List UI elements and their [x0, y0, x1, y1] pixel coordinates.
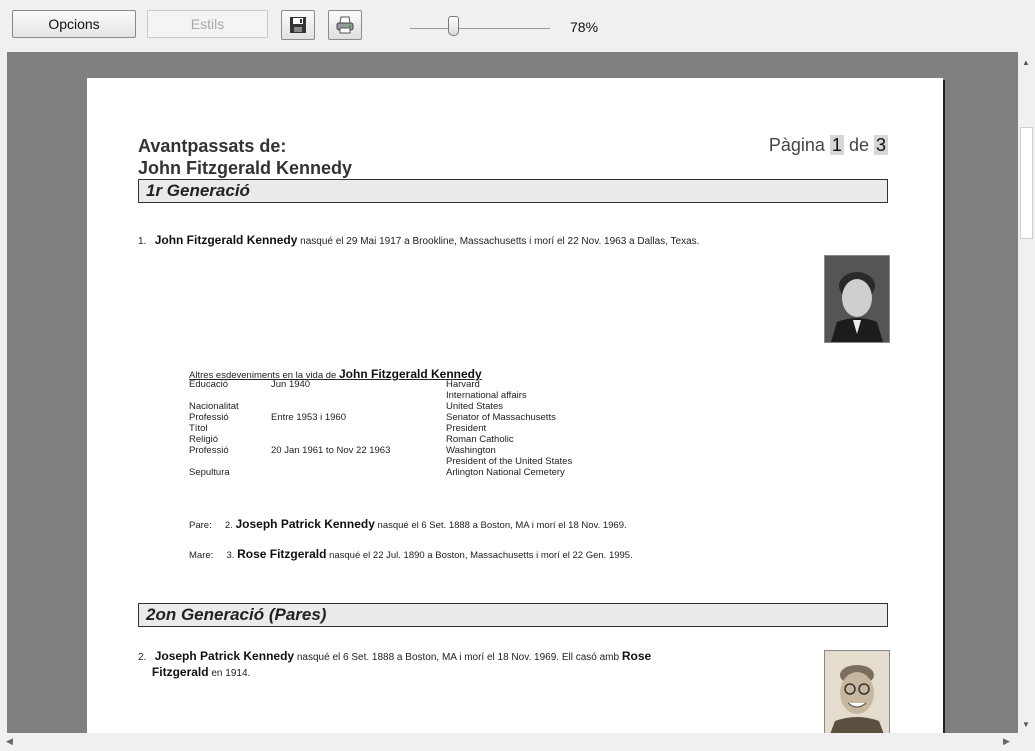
- generation-1-heading: 1r Generació: [138, 179, 888, 203]
- toolbar: Opcions Estils 78%: [0, 0, 1035, 48]
- scroll-right-icon[interactable]: ▶: [1003, 736, 1010, 747]
- mother-text: nasqué el 22 Jul. 1890 a Boston, Massach…: [326, 550, 633, 561]
- father-text: nasqué el 6 Set. 1888 a Boston, MA i mor…: [374, 520, 627, 531]
- page-of: de: [848, 135, 869, 155]
- zoom-slider-thumb[interactable]: [448, 16, 459, 36]
- entry-number: 2.: [138, 652, 147, 663]
- page-number: Pàgina 1 de 3: [769, 135, 888, 156]
- event-desc: President: [446, 423, 487, 434]
- event-type: Nacionalitat: [189, 401, 239, 412]
- page-title-line2: John Fitzgerald Kennedy: [138, 158, 353, 178]
- vertical-scroll-thumb[interactable]: [1020, 127, 1033, 239]
- zoom-level: 78%: [570, 19, 599, 35]
- styles-button[interactable]: Estils: [147, 10, 268, 38]
- report-page: Avantpassats de: John Fitzgerald Kennedy…: [87, 78, 943, 733]
- event-type: Títol: [189, 423, 208, 434]
- event-type: Educació: [189, 379, 229, 390]
- spouse-name: Rose: [621, 649, 652, 663]
- horizontal-scrollbar[interactable]: ◀ ▶: [0, 733, 1018, 751]
- page-total: 3: [873, 135, 888, 155]
- save-icon: [290, 17, 306, 33]
- page-title: Avantpassats de: John Fitzgerald Kennedy: [138, 135, 352, 179]
- person-entry-1: 1. John Fitzgerald Kennedy nasqué el 29 …: [138, 233, 699, 247]
- event-desc: United States: [446, 401, 504, 412]
- event-desc: International affairs: [446, 390, 527, 401]
- event-desc: Arlington National Cemetery: [446, 467, 565, 478]
- event-desc: President of the United States: [446, 456, 573, 467]
- mother-number: 3.: [226, 550, 235, 561]
- page-label: Pàgina: [768, 135, 825, 155]
- spouse-name-2: Fitzgerald: [151, 665, 209, 679]
- event-desc: Roman Catholic: [446, 434, 514, 445]
- document-viewport[interactable]: Avantpassats de: John Fitzgerald Kennedy…: [7, 52, 1018, 733]
- event-type: Professió: [189, 412, 229, 423]
- event-desc: Washington: [446, 445, 496, 456]
- options-button[interactable]: Opcions: [12, 10, 136, 38]
- person-text-2: en 1914.: [208, 668, 251, 679]
- event-type: Religió: [189, 434, 219, 445]
- person-photo-jfk: [824, 255, 890, 343]
- page-title-line1: Avantpassats de:: [138, 136, 287, 156]
- printer-icon: [336, 16, 354, 34]
- person-photo-joseph: [824, 650, 890, 733]
- event-date: Entre 1953 i 1960: [271, 412, 347, 423]
- event-type: Sepultura: [189, 467, 230, 478]
- scroll-down-icon[interactable]: ▼: [1022, 720, 1030, 729]
- events-heading: Altres esdeveniments en la vida de John …: [189, 367, 482, 381]
- generation-2-heading: 2on Generació (Pares): [138, 603, 888, 627]
- print-button[interactable]: [328, 10, 362, 40]
- vertical-scrollbar[interactable]: ▲ ▼: [1018, 52, 1035, 733]
- event-desc: Senator of Massachusetts: [446, 412, 556, 423]
- father-label: Pare:: [189, 520, 212, 531]
- mother-name: Rose Fitzgerald: [237, 547, 327, 561]
- father-number: 2.: [224, 520, 233, 531]
- person-entry-2: 2. Joseph Patrick Kennedy nasqué el 6 Se…: [138, 649, 651, 681]
- event-desc: Harvard: [446, 379, 480, 390]
- scroll-up-icon[interactable]: ▲: [1022, 58, 1030, 67]
- mother-label: Mare:: [189, 550, 214, 561]
- person-text: nasqué el 29 Mai 1917 a Brookline, Massa…: [297, 236, 700, 247]
- mother-line: Mare: 3. Rose Fitzgerald nasqué el 22 Ju…: [189, 547, 633, 561]
- father-name: Joseph Patrick Kennedy: [235, 517, 375, 531]
- zoom-slider-track[interactable]: [410, 28, 550, 29]
- event-date: Jun 1940: [271, 379, 311, 390]
- person-name: Joseph Patrick Kennedy: [154, 649, 295, 663]
- save-button[interactable]: [281, 10, 315, 40]
- person-text: nasqué el 6 Set. 1888 a Boston, MA i mor…: [294, 652, 622, 663]
- entry-number: 1.: [138, 236, 147, 247]
- event-type: Professió: [189, 445, 229, 456]
- person-name: John Fitzgerald Kennedy: [154, 233, 298, 247]
- scroll-left-icon[interactable]: ◀: [6, 736, 13, 747]
- father-line: Pare: 2. Joseph Patrick Kennedy nasqué e…: [189, 517, 627, 531]
- page-current: 1: [829, 135, 844, 155]
- event-date: 20 Jan 1961 to Nov 22 1963: [271, 445, 391, 456]
